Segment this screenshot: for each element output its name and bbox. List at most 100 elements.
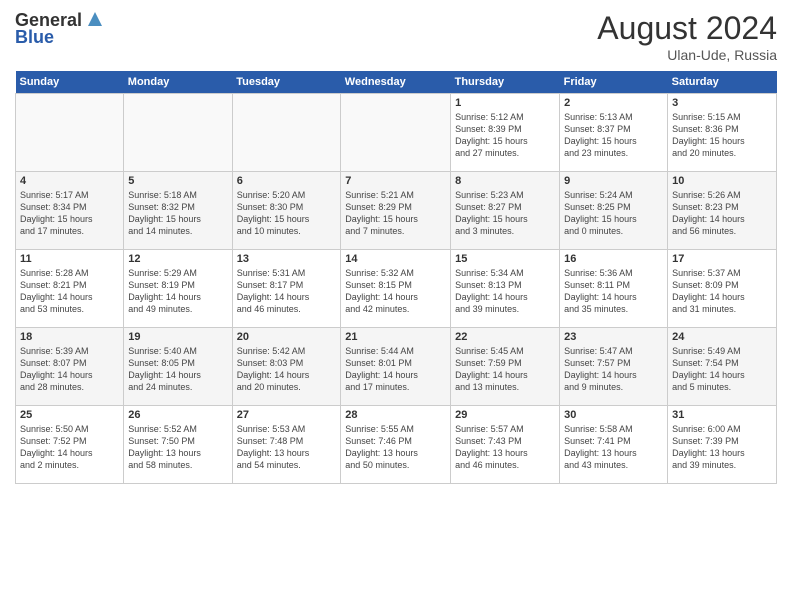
calendar-cell: 20 Sunrise: 5:42 AM Sunset: 8:03 PM Dayli…: [232, 328, 341, 406]
day-number: 31: [672, 409, 772, 421]
calendar-cell: 10 Sunrise: 5:26 AM Sunset: 8:23 PM Dayli…: [668, 172, 777, 250]
calendar-cell: 24 Sunrise: 5:49 AM Sunset: 7:54 PM Dayli…: [668, 328, 777, 406]
day-detail: Sunrise: 5:20 AM Sunset: 8:30 PM Dayligh…: [237, 189, 337, 238]
day-detail: Sunrise: 5:47 AM Sunset: 7:57 PM Dayligh…: [564, 345, 663, 394]
day-number: 4: [20, 175, 119, 187]
day-number: 28: [345, 409, 446, 421]
calendar-cell: 29 Sunrise: 5:57 AM Sunset: 7:43 PM Dayli…: [451, 406, 560, 484]
day-number: 27: [237, 409, 337, 421]
month-title: August 2024: [597, 10, 777, 47]
day-number: 24: [672, 331, 772, 343]
day-detail: Sunrise: 5:17 AM Sunset: 8:34 PM Dayligh…: [20, 189, 119, 238]
day-detail: Sunrise: 5:37 AM Sunset: 8:09 PM Dayligh…: [672, 267, 772, 316]
calendar-cell: 1 Sunrise: 5:12 AM Sunset: 8:39 PM Daylig…: [451, 94, 560, 172]
weekday-header: Tuesday: [232, 71, 341, 94]
day-detail: Sunrise: 5:39 AM Sunset: 8:07 PM Dayligh…: [20, 345, 119, 394]
location: Ulan-Ude, Russia: [597, 47, 777, 63]
day-number: 30: [564, 409, 663, 421]
header-row: SundayMondayTuesdayWednesdayThursdayFrid…: [16, 71, 777, 94]
calendar-week-row: 18Sunrise: 5:39 AM Sunset: 8:07 PM Dayli…: [16, 328, 777, 406]
calendar-cell: 7 Sunrise: 5:21 AM Sunset: 8:29 PM Daylig…: [341, 172, 451, 250]
header: General Blue August 2024 Ulan-Ude, Russi…: [15, 10, 777, 63]
day-number: 17: [672, 253, 772, 265]
day-detail: Sunrise: 5:44 AM Sunset: 8:01 PM Dayligh…: [345, 345, 446, 394]
day-number: 12: [128, 253, 227, 265]
day-number: 22: [455, 331, 555, 343]
calendar-cell: 25 Sunrise: 5:50 AM Sunset: 7:52 PM Dayli…: [16, 406, 124, 484]
calendar-cell: 17 Sunrise: 5:37 AM Sunset: 8:09 PM Dayli…: [668, 250, 777, 328]
calendar-cell: 2 Sunrise: 5:13 AM Sunset: 8:37 PM Daylig…: [560, 94, 668, 172]
day-detail: Sunrise: 5:18 AM Sunset: 8:32 PM Dayligh…: [128, 189, 227, 238]
calendar-cell: 30 Sunrise: 5:58 AM Sunset: 7:41 PM Dayli…: [560, 406, 668, 484]
calendar-cell: 9Sunrise: 5:24 AM Sunset: 8:25 PM Daylig…: [560, 172, 668, 250]
day-detail: Sunrise: 5:45 AM Sunset: 7:59 PM Dayligh…: [455, 345, 555, 394]
day-detail: Sunrise: 5:50 AM Sunset: 7:52 PM Dayligh…: [20, 423, 119, 472]
calendar-week-row: 1 Sunrise: 5:12 AM Sunset: 8:39 PM Daylig…: [16, 94, 777, 172]
calendar-cell: 15 Sunrise: 5:34 AM Sunset: 8:13 PM Dayli…: [451, 250, 560, 328]
day-number: 6: [237, 175, 337, 187]
calendar-week-row: 25 Sunrise: 5:50 AM Sunset: 7:52 PM Dayli…: [16, 406, 777, 484]
weekday-header: Thursday: [451, 71, 560, 94]
day-number: 1: [455, 97, 555, 109]
day-number: 2: [564, 97, 663, 109]
calendar-cell: [16, 94, 124, 172]
day-number: 19: [128, 331, 227, 343]
day-detail: Sunrise: 5:13 AM Sunset: 8:37 PM Dayligh…: [564, 111, 663, 160]
weekday-header: Wednesday: [341, 71, 451, 94]
day-number: 15: [455, 253, 555, 265]
day-detail: Sunrise: 5:31 AM Sunset: 8:17 PM Dayligh…: [237, 267, 337, 316]
day-number: 5: [128, 175, 227, 187]
day-detail: Sunrise: 5:15 AM Sunset: 8:36 PM Dayligh…: [672, 111, 772, 160]
day-number: 25: [20, 409, 119, 421]
calendar-cell: [232, 94, 341, 172]
day-number: 26: [128, 409, 227, 421]
day-detail: Sunrise: 5:26 AM Sunset: 8:23 PM Dayligh…: [672, 189, 772, 238]
calendar-cell: 8Sunrise: 5:23 AM Sunset: 8:27 PM Daylig…: [451, 172, 560, 250]
calendar-cell: 3 Sunrise: 5:15 AM Sunset: 8:36 PM Daylig…: [668, 94, 777, 172]
calendar-page: General Blue August 2024 Ulan-Ude, Russi…: [0, 0, 792, 612]
day-detail: Sunrise: 5:40 AM Sunset: 8:05 PM Dayligh…: [128, 345, 227, 394]
day-detail: Sunrise: 5:58 AM Sunset: 7:41 PM Dayligh…: [564, 423, 663, 472]
day-number: 29: [455, 409, 555, 421]
weekday-header: Sunday: [16, 71, 124, 94]
weekday-header: Friday: [560, 71, 668, 94]
calendar-cell: 19 Sunrise: 5:40 AM Sunset: 8:05 PM Dayli…: [124, 328, 232, 406]
day-detail: Sunrise: 5:53 AM Sunset: 7:48 PM Dayligh…: [237, 423, 337, 472]
calendar-cell: 27 Sunrise: 5:53 AM Sunset: 7:48 PM Dayli…: [232, 406, 341, 484]
weekday-header: Monday: [124, 71, 232, 94]
day-number: 7: [345, 175, 446, 187]
day-detail: Sunrise: 5:21 AM Sunset: 8:29 PM Dayligh…: [345, 189, 446, 238]
day-number: 20: [237, 331, 337, 343]
weekday-header: Saturday: [668, 71, 777, 94]
day-detail: Sunrise: 6:00 AM Sunset: 7:39 PM Dayligh…: [672, 423, 772, 472]
calendar-cell: 14Sunrise: 5:32 AM Sunset: 8:15 PM Dayli…: [341, 250, 451, 328]
day-detail: Sunrise: 5:12 AM Sunset: 8:39 PM Dayligh…: [455, 111, 555, 160]
calendar-cell: 21 Sunrise: 5:44 AM Sunset: 8:01 PM Dayli…: [341, 328, 451, 406]
day-detail: Sunrise: 5:29 AM Sunset: 8:19 PM Dayligh…: [128, 267, 227, 316]
day-number: 11: [20, 253, 119, 265]
day-detail: Sunrise: 5:57 AM Sunset: 7:43 PM Dayligh…: [455, 423, 555, 472]
day-detail: Sunrise: 5:42 AM Sunset: 8:03 PM Dayligh…: [237, 345, 337, 394]
day-number: 9: [564, 175, 663, 187]
day-number: 16: [564, 253, 663, 265]
day-detail: Sunrise: 5:52 AM Sunset: 7:50 PM Dayligh…: [128, 423, 227, 472]
day-detail: Sunrise: 5:49 AM Sunset: 7:54 PM Dayligh…: [672, 345, 772, 394]
calendar-cell: 12 Sunrise: 5:29 AM Sunset: 8:19 PM Dayli…: [124, 250, 232, 328]
day-number: 8: [455, 175, 555, 187]
day-number: 10: [672, 175, 772, 187]
calendar-table: SundayMondayTuesdayWednesdayThursdayFrid…: [15, 71, 777, 484]
calendar-cell: 18Sunrise: 5:39 AM Sunset: 8:07 PM Dayli…: [16, 328, 124, 406]
day-number: 3: [672, 97, 772, 109]
day-detail: Sunrise: 5:36 AM Sunset: 8:11 PM Dayligh…: [564, 267, 663, 316]
calendar-cell: 16 Sunrise: 5:36 AM Sunset: 8:11 PM Dayli…: [560, 250, 668, 328]
day-detail: Sunrise: 5:55 AM Sunset: 7:46 PM Dayligh…: [345, 423, 446, 472]
calendar-cell: 4 Sunrise: 5:17 AM Sunset: 8:34 PM Daylig…: [16, 172, 124, 250]
logo: General Blue: [15, 10, 106, 48]
calendar-cell: 31 Sunrise: 6:00 AM Sunset: 7:39 PM Dayli…: [668, 406, 777, 484]
calendar-cell: 28 Sunrise: 5:55 AM Sunset: 7:46 PM Dayli…: [341, 406, 451, 484]
day-detail: Sunrise: 5:34 AM Sunset: 8:13 PM Dayligh…: [455, 267, 555, 316]
calendar-cell: [341, 94, 451, 172]
day-number: 21: [345, 331, 446, 343]
calendar-cell: 23Sunrise: 5:47 AM Sunset: 7:57 PM Dayli…: [560, 328, 668, 406]
title-block: August 2024 Ulan-Ude, Russia: [597, 10, 777, 63]
